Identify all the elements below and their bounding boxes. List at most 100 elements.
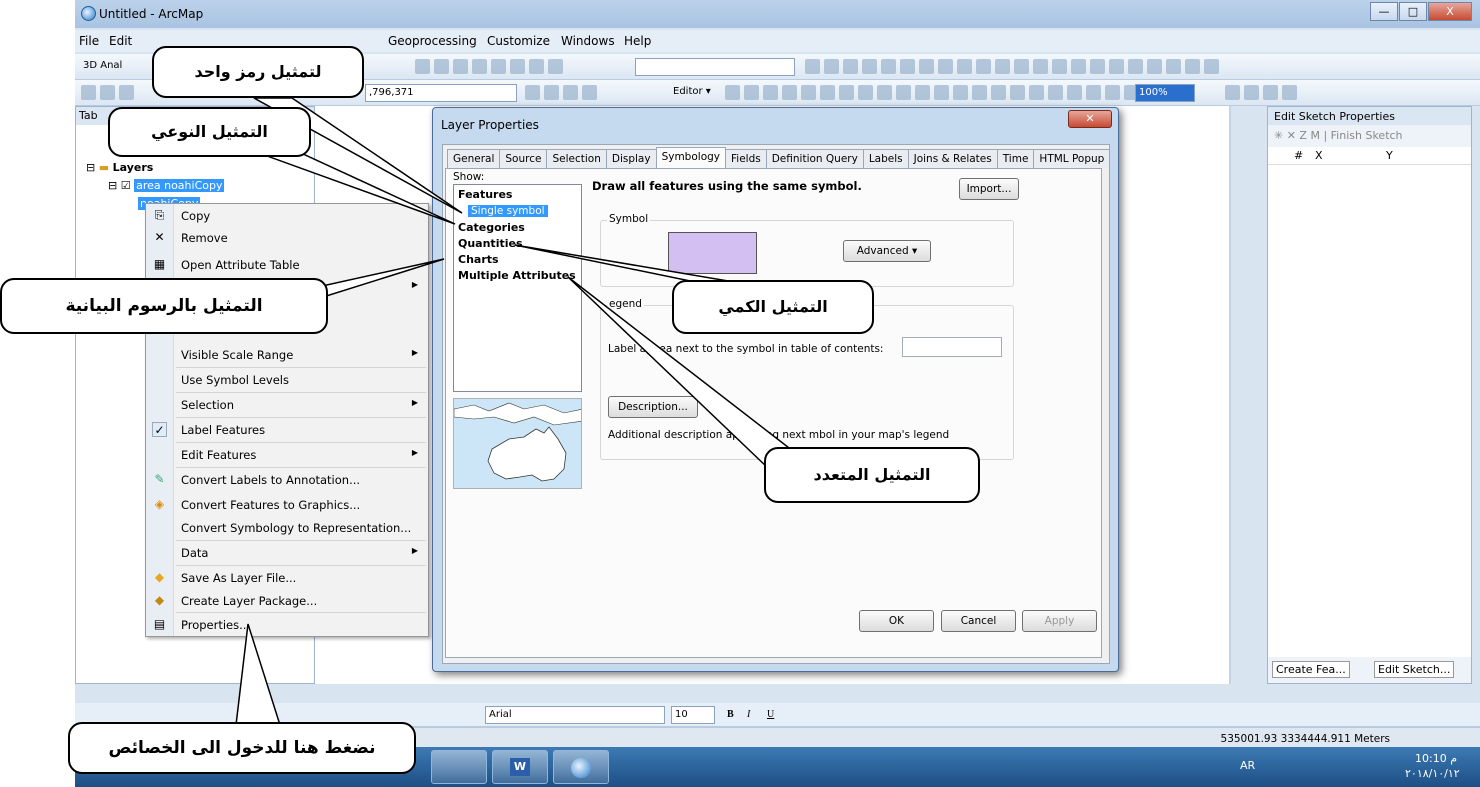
zoom-combo[interactable]: 100%	[1135, 84, 1195, 102]
menu-item-properties[interactable]: ▤ Properties...	[146, 613, 428, 637]
menu-item-remove[interactable]: ✕ Remove	[146, 226, 428, 250]
legend-label-input[interactable]	[902, 337, 1002, 357]
tab-display[interactable]: Display	[605, 149, 657, 168]
pan-icon[interactable]	[881, 59, 896, 74]
tool-icon[interactable]	[938, 59, 953, 74]
edit-tool-icon[interactable]	[991, 85, 1006, 100]
tool-icon[interactable]	[453, 59, 468, 74]
edit-tool-icon[interactable]	[820, 85, 835, 100]
menu-help[interactable]: Help	[624, 34, 651, 48]
identify-icon[interactable]	[1052, 59, 1067, 74]
menu-item-convert-features[interactable]: ◈ Convert Features to Graphics...	[146, 493, 428, 517]
full-extent-icon[interactable]	[900, 59, 915, 74]
pointer-icon[interactable]	[1033, 59, 1048, 74]
editor-menu[interactable]: Editor ▾	[673, 86, 711, 97]
tab-create-features[interactable]: Create Fea...	[1272, 661, 1350, 678]
edit-tool-icon[interactable]	[1067, 85, 1082, 100]
tool-icon[interactable]	[544, 85, 559, 100]
tab-edit-sketch[interactable]: Edit Sketch...	[1374, 661, 1455, 678]
minimize-button[interactable]: —	[1370, 2, 1398, 21]
tool-icon[interactable]	[472, 59, 487, 74]
menu-file[interactable]: File	[79, 34, 99, 48]
italic-button[interactable]: I	[747, 709, 750, 720]
menu-windows[interactable]: Windows	[561, 34, 615, 48]
open-icon[interactable]	[100, 85, 115, 100]
font-name-combo[interactable]: Arial	[485, 706, 665, 724]
edit-tool-icon[interactable]	[763, 85, 778, 100]
dialog-close-button[interactable]: ✕	[1068, 110, 1112, 128]
edit-tool-icon[interactable]	[1010, 85, 1025, 100]
tab-definition-query[interactable]: Definition Query	[765, 149, 864, 168]
tool-icon[interactable]	[919, 59, 934, 74]
tool-icon[interactable]	[491, 59, 506, 74]
tab-joins-relates[interactable]: Joins & Relates	[907, 149, 998, 168]
import-button[interactable]: Import...	[959, 178, 1019, 200]
edit-tool-icon[interactable]	[915, 85, 930, 100]
tab-labels[interactable]: Labels	[862, 149, 909, 168]
show-item-categories[interactable]: Categories	[458, 221, 525, 234]
menu-item-convert-labels[interactable]: ✎ Convert Labels to Annotation...	[146, 468, 428, 492]
tool-icon[interactable]	[1263, 85, 1278, 100]
scale-combo[interactable]: ,796,371	[365, 84, 517, 102]
menu-item-open-attribute-table[interactable]: ▦ Open Attribute Table	[146, 253, 428, 277]
bold-button[interactable]: B	[727, 709, 734, 720]
edit-tool-icon[interactable]	[782, 85, 797, 100]
new-icon[interactable]	[81, 85, 96, 100]
tool-icon[interactable]	[525, 85, 540, 100]
cancel-button[interactable]: Cancel	[941, 610, 1016, 632]
menu-item-copy[interactable]: ⎘ Copy	[146, 204, 428, 228]
advanced-button[interactable]: Advanced ▾	[843, 240, 931, 262]
tool-icon[interactable]	[563, 85, 578, 100]
edit-tool-icon[interactable]	[896, 85, 911, 100]
menu-item-label-features[interactable]: ✓ Label Features	[146, 418, 428, 442]
tool-icon[interactable]	[1166, 59, 1181, 74]
select-icon[interactable]	[995, 59, 1010, 74]
edit-tool-icon[interactable]	[858, 85, 873, 100]
tool-icon[interactable]	[1071, 59, 1086, 74]
edit-tool-icon[interactable]	[934, 85, 949, 100]
language-indicator[interactable]: AR	[1240, 759, 1255, 772]
tab-selection[interactable]: Selection	[546, 149, 607, 168]
zoom-in-icon[interactable]	[843, 59, 858, 74]
tab-general[interactable]: General	[447, 149, 501, 168]
tool-icon[interactable]	[1282, 85, 1297, 100]
show-item-single-symbol[interactable]: Single symbol	[468, 205, 548, 217]
tool-icon[interactable]	[824, 59, 839, 74]
font-size-combo[interactable]: 10	[671, 706, 715, 724]
tab-html-popup[interactable]: HTML Popup	[1033, 149, 1111, 168]
menu-item-convert-symbology[interactable]: Convert Symbology to Representation...	[146, 516, 428, 540]
tool-icon[interactable]	[548, 59, 563, 74]
tool-icon[interactable]	[1014, 59, 1029, 74]
description-button[interactable]: Description...	[608, 396, 698, 418]
find-icon[interactable]	[1128, 59, 1143, 74]
menu-item-use-symbol-levels[interactable]: Use Symbol Levels	[146, 368, 428, 392]
tool-icon[interactable]	[1090, 59, 1105, 74]
tool-icon[interactable]	[1244, 85, 1259, 100]
edit-tool-icon[interactable]	[839, 85, 854, 100]
show-item-features[interactable]: Features	[458, 188, 512, 201]
show-item-multiple-attributes[interactable]: Multiple Attributes	[458, 269, 576, 282]
underline-button[interactable]: U	[767, 709, 774, 720]
menu-item-edit-features[interactable]: Edit Features ▶	[146, 443, 428, 467]
tab-time[interactable]: Time	[996, 149, 1035, 168]
ok-button[interactable]: OK	[859, 610, 934, 632]
tool-icon[interactable]	[582, 85, 597, 100]
tab-fields[interactable]: Fields	[725, 149, 767, 168]
layer-combo[interactable]	[635, 58, 795, 76]
tool-icon[interactable]	[1147, 59, 1162, 74]
tool-icon[interactable]	[805, 59, 820, 74]
edit-tool-icon[interactable]	[877, 85, 892, 100]
tool-icon[interactable]	[415, 59, 430, 74]
show-item-charts[interactable]: Charts	[458, 253, 499, 266]
edit-tool-icon[interactable]	[972, 85, 987, 100]
layer-area-noahicopy[interactable]: ⊟ ☑ area noahiCopy	[108, 179, 225, 192]
apply-button[interactable]: Apply	[1022, 610, 1097, 632]
tool-icon[interactable]	[1185, 59, 1200, 74]
edit-tool-icon[interactable]	[744, 85, 759, 100]
forward-icon[interactable]	[976, 59, 991, 74]
menu-item-data[interactable]: Data ▶	[146, 541, 428, 565]
globe-icon[interactable]	[529, 59, 544, 74]
menu-geoprocessing[interactable]: Geoprocessing	[388, 34, 477, 48]
close-button[interactable]: X	[1428, 2, 1472, 21]
edit-tool-icon[interactable]	[725, 85, 740, 100]
